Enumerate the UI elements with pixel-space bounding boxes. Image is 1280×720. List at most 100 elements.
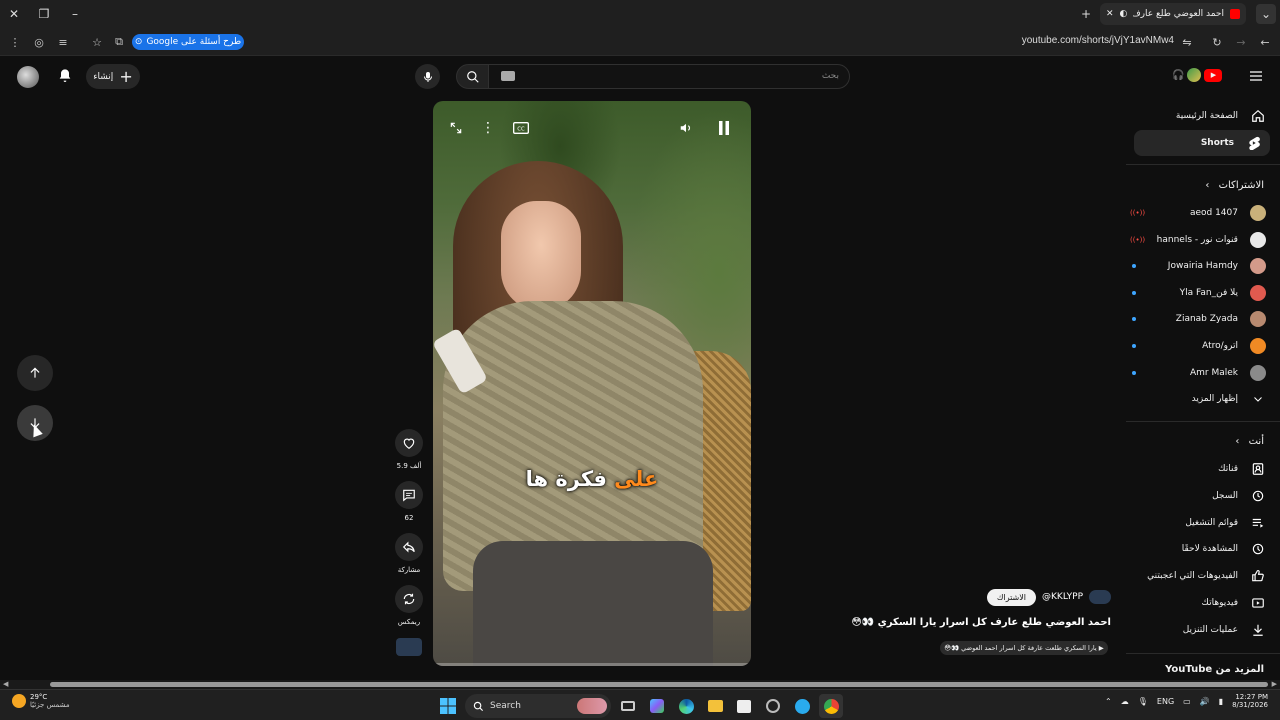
clock[interactable]: 12:27 PM 8/31/2026 — [1232, 693, 1268, 709]
sidebar-subscription-item[interactable]: Amr Malek — [1126, 360, 1280, 386]
sidebar-subscription-item[interactable]: يلا فن_Yla Fan — [1126, 280, 1280, 306]
pause-icon[interactable] — [715, 119, 733, 137]
share-action[interactable]: مشاركة — [394, 533, 424, 574]
app-icon[interactable] — [761, 694, 785, 718]
sidebar-divider — [1126, 164, 1280, 165]
search-button[interactable] — [456, 64, 490, 89]
fullscreen-icon[interactable] — [447, 119, 465, 137]
display-icon[interactable]: ▭ — [1183, 697, 1191, 706]
avatar[interactable] — [17, 66, 39, 88]
sidebar-subscription-item[interactable]: Zianab Zyada — [1126, 306, 1280, 332]
clock-time: 12:27 PM — [1235, 693, 1268, 701]
show-more-button[interactable]: إظهار المزيد — [1126, 386, 1280, 412]
edge-icon[interactable] — [674, 694, 698, 718]
previous-short-button[interactable] — [17, 355, 53, 391]
related-video-chip[interactable]: ▶ يارا السكري طلعت عارفة كل اسرار احمد ا… — [940, 641, 1108, 655]
create-button[interactable]: + إنشاء — [86, 64, 140, 89]
sidebar-you-item[interactable]: المشاهدة لاحقًا — [1126, 536, 1280, 562]
remix-action[interactable]: ريمكس — [394, 585, 424, 626]
volume-icon[interactable] — [677, 119, 695, 137]
tab-list-icon[interactable]: ⌄ — [1256, 4, 1276, 24]
search-input[interactable]: بحث — [488, 64, 850, 89]
chrome-icon[interactable] — [819, 694, 843, 718]
language-indicator[interactable]: ENG — [1157, 697, 1174, 706]
like-action[interactable]: 5.9 ألف — [394, 429, 424, 470]
sidebar-you-item[interactable]: قوائم التشغيل — [1126, 510, 1280, 536]
watch-later-icon — [1250, 541, 1266, 557]
menu-dots-icon[interactable]: ⋮ — [6, 33, 24, 51]
sidebar-you-label: السجل — [1212, 490, 1238, 501]
install-app-icon[interactable]: ⧉ — [110, 33, 128, 51]
voice-search-button[interactable] — [415, 64, 440, 89]
live-indicator-icon: ((•)) — [1130, 235, 1146, 244]
telegram-icon[interactable] — [790, 694, 814, 718]
subscribe-button[interactable]: الاشتراك — [986, 588, 1037, 606]
task-view-icon[interactable] — [616, 694, 640, 718]
comments-action[interactable]: 62 — [394, 481, 424, 522]
channel-avatar — [1250, 284, 1266, 301]
your-videos-icon — [1250, 595, 1266, 611]
video-progress-bar[interactable] — [433, 663, 751, 666]
more-options-icon[interactable]: ⋮ — [479, 119, 497, 137]
weather-widget[interactable]: 29°C مشمس جزئيًا — [12, 693, 70, 709]
subscriptions-heading[interactable]: الاشتراكات › — [1205, 180, 1264, 191]
sidebar-subscription-item[interactable]: aeod 1407 ((•)) — [1126, 200, 1280, 226]
related-video-label: ▶ يارا السكري طلعت عارفة كل اسرار احمد ا… — [944, 644, 1104, 652]
bookmark-star-icon[interactable]: ☆ — [88, 33, 106, 51]
notifications-bell-icon[interactable] — [57, 68, 73, 84]
close-window-icon[interactable]: ✕ — [4, 4, 24, 24]
speaker-icon[interactable]: 🔊 — [1200, 697, 1210, 706]
sidebar-subscription-item[interactable]: Jowairia Hamdy — [1126, 253, 1280, 279]
tab-close-icon[interactable]: ✕ — [1106, 9, 1114, 19]
chevron-left-icon: › — [1205, 180, 1210, 191]
google-lens-chip[interactable]: طرح أسئلة على Google ⊙ — [132, 34, 244, 50]
sidebar-you-item[interactable]: قناتك — [1126, 456, 1280, 482]
sidebar-subscription-item[interactable]: قنوات نور - hannels... ((•)) — [1126, 227, 1280, 253]
store-icon[interactable] — [732, 694, 756, 718]
guide-menu-icon[interactable] — [1248, 68, 1264, 84]
system-tray: ⌃ ☁ 🎙 ENG ▭ 🔊 ▮ 12:27 PM 8/31/2026 — [1105, 693, 1268, 709]
reading-list-icon[interactable]: ≡ — [54, 33, 72, 51]
taskbar-search[interactable]: Search — [465, 694, 611, 718]
url-text[interactable]: youtube.com/shorts/jVjY1avNMw4 — [1022, 35, 1174, 46]
sidebar-item-shorts[interactable]: Shorts — [1134, 130, 1270, 156]
subscribe-label: الاشتراك — [996, 592, 1027, 602]
scroll-thumb[interactable] — [50, 682, 1268, 687]
back-icon[interactable]: ← — [1256, 33, 1274, 51]
you-heading[interactable]: أنت › — [1235, 436, 1264, 447]
sidebar-you-item[interactable]: السجل — [1126, 483, 1280, 509]
windows-start-icon[interactable] — [436, 694, 460, 718]
captions-icon[interactable]: CC — [511, 119, 531, 137]
microphone-tray-icon[interactable]: 🎙 — [1138, 697, 1148, 706]
sound-thumbnail[interactable] — [396, 638, 422, 656]
site-settings-icon[interactable]: ⇋ — [1178, 33, 1196, 51]
scroll-right-icon[interactable]: ▶ — [1272, 680, 1277, 688]
sidebar-item-home[interactable]: الصفحة الرئيسية — [1126, 103, 1280, 129]
channel-handle[interactable]: @KKLYPP — [1042, 592, 1083, 602]
browser-tab[interactable]: احمد العوضي طلع عارف كل ◐ ✕ — [1100, 3, 1246, 25]
forward-icon[interactable]: → — [1232, 33, 1250, 51]
sidebar-you-item[interactable]: الفيديوهات التي أعجبتني — [1126, 563, 1280, 589]
profile-icon[interactable]: ◎ — [30, 33, 48, 51]
scroll-left-icon[interactable]: ◀ — [3, 680, 8, 688]
video-title[interactable]: احمد العوضي طلع عارف كل اسرار يارا السكر… — [851, 617, 1111, 628]
shorts-video-player[interactable]: ⋮ CC على فكرة ها — [433, 101, 751, 666]
youtube-logo[interactable]: 🎧 ▶ — [1172, 68, 1223, 82]
restore-window-icon[interactable]: ❐ — [34, 4, 54, 24]
widgets-icon[interactable] — [645, 694, 669, 718]
channel-avatar — [1250, 338, 1266, 354]
network-app-icon[interactable]: ☁ — [1121, 697, 1129, 706]
horizontal-scrollbar[interactable]: ◀ ▶ — [0, 680, 1280, 689]
channel-avatar[interactable] — [1089, 590, 1111, 604]
sidebar-you-item[interactable]: فيديوهاتك — [1126, 590, 1280, 616]
new-tab-icon[interactable]: + — [1076, 4, 1096, 24]
reload-icon[interactable]: ↻ — [1208, 33, 1226, 51]
sidebar-subscription-item[interactable]: أترو/Atro — [1126, 333, 1280, 359]
battery-icon[interactable]: ▮ — [1219, 697, 1223, 706]
file-explorer-icon[interactable] — [703, 694, 727, 718]
tab-audio-icon[interactable]: ◐ — [1120, 9, 1128, 19]
minimize-window-icon[interactable]: – — [65, 4, 85, 24]
keyboard-icon[interactable] — [501, 71, 515, 81]
sidebar-you-item[interactable]: عمليات التنزيل — [1126, 617, 1280, 643]
tray-chevron-icon[interactable]: ⌃ — [1105, 697, 1112, 706]
